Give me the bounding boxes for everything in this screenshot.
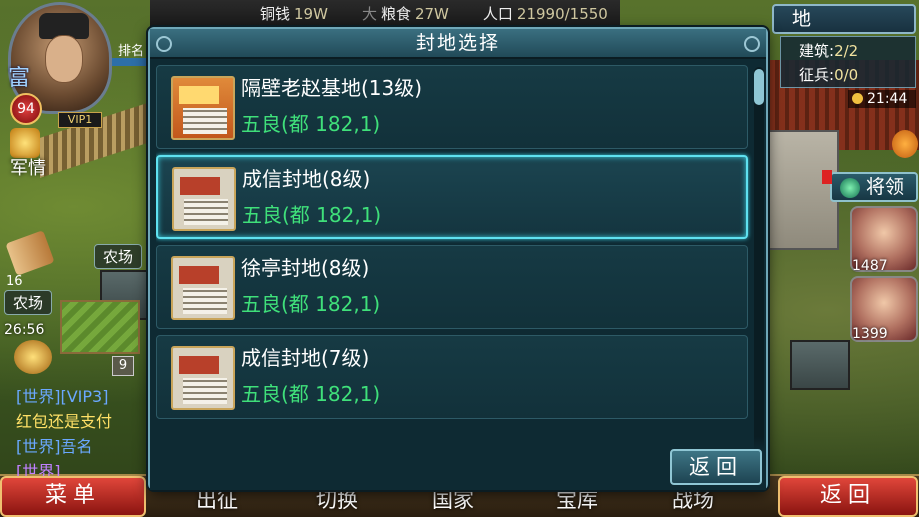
- fief-location: 五良(都 182,1): [241, 382, 381, 406]
- military-intel-icon: [10, 128, 40, 158]
- population-label: 人口: [482, 5, 513, 23]
- list-scroll-thumb[interactable]: [754, 69, 764, 105]
- building-label: 建筑:: [799, 42, 835, 60]
- fief-location: 五良(都 182,1): [241, 292, 381, 316]
- barracks-building[interactable]: [790, 340, 850, 390]
- generals-label: 将领: [866, 176, 905, 198]
- fief-list-item[interactable]: 隔壁老赵基地(13级) 五良(都 182,1): [156, 65, 748, 149]
- food-prefix: 大: [361, 5, 377, 23]
- food-value: 27W: [414, 5, 449, 23]
- list-scrollbar[interactable]: [754, 67, 764, 461]
- wealth-title: 富: [8, 66, 31, 91]
- game-clock: 21:44: [848, 90, 916, 108]
- fief-location: 五良(都 182,1): [241, 112, 381, 136]
- farm-timer: 26:56: [4, 322, 45, 338]
- menu-button[interactable]: 菜单: [0, 476, 146, 517]
- military-intel-label: 军情: [10, 158, 46, 179]
- building-value: 2/2: [834, 42, 859, 60]
- rank-progress-bar: [112, 58, 152, 66]
- territory-stats: 建筑:2/2 征兵:0/0: [780, 36, 916, 88]
- chat-line: [世界][VIP3]: [16, 387, 109, 406]
- clock-icon: [852, 93, 863, 104]
- scroll-count: 16: [6, 274, 23, 289]
- crop-count-badge: 9: [112, 356, 134, 376]
- food-label: 粮食: [380, 5, 411, 23]
- conscript-stat: 征兵:0/0: [799, 63, 915, 87]
- hero-2-power: 1399: [852, 326, 888, 342]
- fief-name: 成信封地(7级): [241, 346, 370, 370]
- fief-list[interactable]: 隔壁老赵基地(13级) 五良(都 182,1) 成信封地(8级) 五良(都 18…: [156, 65, 756, 465]
- building-stat: 建筑:2/2: [799, 39, 915, 63]
- main-back-button[interactable]: 返回: [778, 476, 918, 517]
- fief-thumbnail: [171, 256, 235, 320]
- food-resource: 大粮食 27W: [362, 3, 449, 24]
- territory-panel-title[interactable]: 地: [772, 4, 916, 34]
- player-level-badge: 94: [10, 93, 42, 125]
- conscript-value: 0/0: [834, 66, 859, 84]
- population-resource: 人口 21990/1550: [483, 3, 608, 24]
- fief-list-item-selected[interactable]: 成信封地(8级) 五良(都 182,1): [156, 155, 748, 239]
- fief-name: 成信封地(8级): [242, 167, 371, 191]
- copper-value: 19W: [294, 5, 328, 23]
- farm-tag-2[interactable]: 农场: [4, 290, 53, 315]
- fief-name: 隔壁老赵基地(13级): [241, 76, 423, 100]
- clock-time: 21:44: [867, 91, 908, 107]
- avatar-face: [45, 35, 83, 83]
- generals-icon: [840, 178, 860, 198]
- dialog-title: 封地选择: [150, 29, 766, 59]
- chat-line: 红包还是支付: [16, 412, 113, 431]
- mascot-icon[interactable]: [892, 130, 918, 158]
- fief-thumbnail: [171, 346, 235, 410]
- lamp-icon[interactable]: [14, 340, 52, 374]
- fief-location: 五良(都 182,1): [242, 203, 382, 227]
- population-value: 21990/1550: [516, 5, 608, 23]
- fief-selection-dialog: 封地选择 隔壁老赵基地(13级) 五良(都 182,1) 成信封地(8级) 五良…: [148, 27, 768, 490]
- generals-button[interactable]: 将领: [830, 172, 918, 202]
- alert-flag-icon: [822, 170, 832, 184]
- fief-name: 徐亭封地(8级): [241, 256, 370, 280]
- hero-1-power: 1487: [852, 258, 888, 274]
- rank-label[interactable]: 排名: [118, 40, 144, 59]
- fief-thumbnail: [172, 167, 236, 231]
- vip-badge[interactable]: VIP1: [58, 112, 102, 128]
- conscript-label: 征兵:: [799, 66, 835, 84]
- military-intel-button[interactable]: 军情: [6, 128, 58, 188]
- fief-list-item[interactable]: 徐亭封地(8级) 五良(都 182,1): [156, 245, 748, 329]
- copper-label: 铜钱: [260, 5, 291, 23]
- chat-feed[interactable]: [世界][VIP3] 红包还是支付 [世界]吾名 [世界]: [16, 384, 156, 484]
- crop-field[interactable]: [60, 300, 140, 354]
- dialog-back-button[interactable]: 返回: [670, 449, 762, 485]
- copper-resource: 铜钱 19W: [260, 3, 328, 24]
- farm-tag-1[interactable]: 农场: [94, 244, 143, 269]
- resource-bar: 铜钱 19W 大粮食 27W 人口 21990/1550: [150, 0, 620, 28]
- fief-list-item[interactable]: 成信封地(7级) 五良(都 182,1): [156, 335, 748, 419]
- chat-line: [世界]吾名: [16, 437, 93, 456]
- fief-thumbnail: [171, 76, 235, 140]
